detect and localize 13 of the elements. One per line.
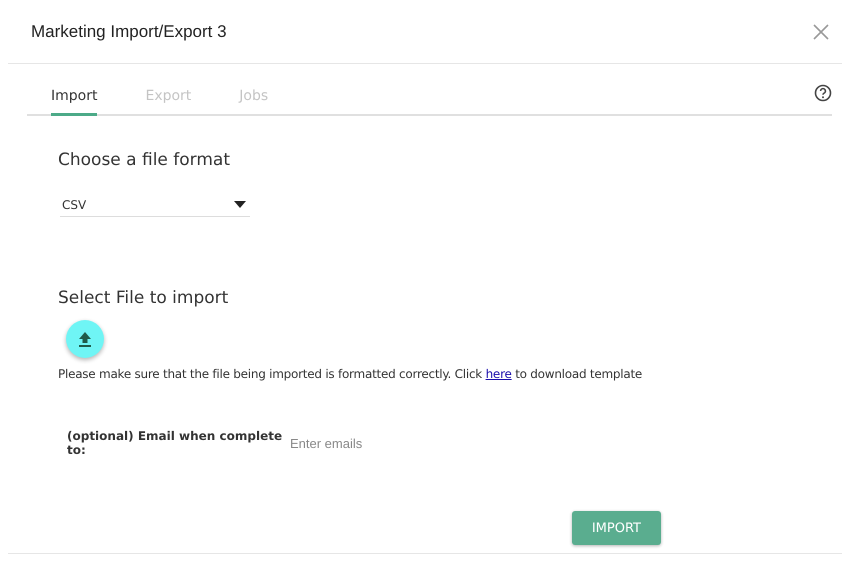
- caret-icon: [234, 201, 246, 209]
- format-select[interactable]: CSV: [60, 198, 250, 217]
- section-heading: Choose a file format: [58, 150, 232, 170]
- close-icon[interactable]: [812, 22, 830, 40]
- section-heading: Select File to import: [58, 288, 230, 308]
- dialog-title: Marketing Import/Export 3: [31, 22, 227, 42]
- help-icon[interactable]: [814, 84, 832, 102]
- email-label: (optional) Email when complete to:: [67, 429, 284, 457]
- template-link[interactable]: here: [486, 367, 512, 381]
- instruction-text: Please make sure that the file being imported is formatted correctly. Click here to download template: [58, 367, 644, 381]
- tab[interactable]: Import: [51, 88, 98, 116]
- upload-icon: [78, 331, 92, 347]
- upload-button[interactable]: [66, 320, 104, 358]
